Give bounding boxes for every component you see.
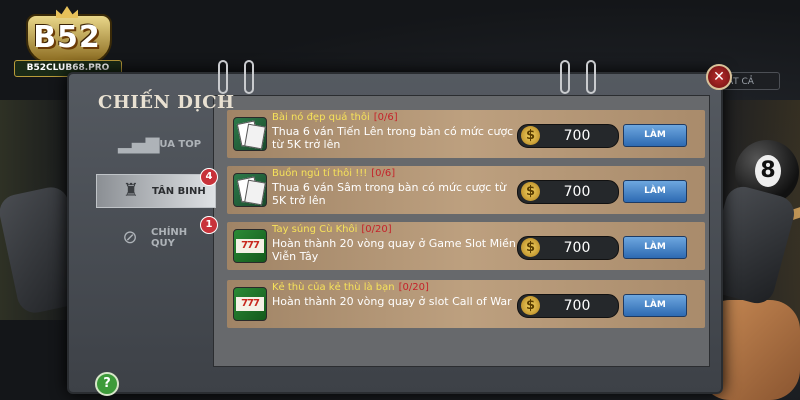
mission-card: 777 Tay súng Cù Khôi [0/20] Hoàn thành 20… — [227, 222, 705, 270]
notification-badge: 4 — [200, 168, 218, 186]
medal-icon: ⊘ — [122, 227, 138, 248]
binder-ring-icon — [586, 60, 596, 94]
reward-box: $ 700 — [517, 294, 619, 318]
panel-title: CHIẾN DỊCH — [98, 92, 235, 113]
do-mission-button[interactable]: LÀM — [623, 124, 687, 147]
mission-progress: [0/6] — [373, 112, 398, 123]
slot-symbol: 777 — [236, 239, 264, 253]
mission-progress: [0/6] — [371, 168, 396, 179]
mission-name: Bài nó đẹp quá thôi [0/6] — [272, 112, 398, 123]
close-button[interactable]: ✕ — [706, 64, 732, 90]
playing-cards-icon — [233, 117, 267, 151]
tab-label: ĐUA TOP — [151, 138, 202, 150]
playing-cards-icon — [233, 173, 267, 207]
mission-progress: [0/20] — [361, 224, 392, 235]
reward-box: $ 700 — [517, 236, 619, 260]
do-mission-button[interactable]: LÀM — [623, 180, 687, 203]
mission-name: Buồn ngủ tí thôi !!! [0/6] — [272, 168, 396, 179]
do-mission-button[interactable]: LÀM — [623, 236, 687, 259]
mission-card: Buồn ngủ tí thôi !!! [0/6] Thua 6 ván Sâm… — [227, 166, 705, 214]
reward-box: $ 700 — [517, 180, 619, 204]
slot-777-icon: 777 — [233, 287, 267, 321]
coin-icon: $ — [521, 296, 540, 315]
bar-chart-icon: ▂▄▆ — [118, 133, 160, 154]
notification-badge: 1 — [200, 216, 218, 234]
binder-ring-icon — [244, 60, 254, 94]
reward-amount: 700 — [563, 184, 591, 200]
logo-brand-text: B52 — [33, 20, 101, 55]
coin-icon: $ — [521, 126, 540, 145]
mission-name: Tay súng Cù Khôi [0/20] — [272, 224, 392, 235]
ball-number: 8 — [755, 155, 781, 187]
mission-card: Bài nó đẹp quá thôi [0/6] Thua 6 ván Tiến… — [227, 110, 705, 158]
coin-icon: $ — [521, 238, 540, 257]
mission-card: 777 Kẻ thù của kẻ thù là bạn [0/20] Hoàn … — [227, 280, 705, 328]
mission-description: Hoàn thành 20 vòng quay ở Game Slot Miền… — [272, 237, 516, 263]
soldier-icon: ♜ — [122, 180, 140, 201]
brand-logo: B52 B52CLUB68.PRO — [10, 6, 125, 78]
reward-amount: 700 — [563, 128, 591, 144]
mission-description: Thua 6 ván Sâm trong bàn có mức cược từ … — [272, 181, 507, 207]
tab-tan-binh[interactable]: ♜ TÂN BINH — [96, 174, 216, 208]
do-mission-button[interactable]: LÀM — [623, 294, 687, 317]
reward-amount: 700 — [563, 298, 591, 314]
mission-progress: [0/20] — [398, 282, 429, 293]
mission-description: Thua 6 ván Tiến Lên trong bàn có mức cượ… — [272, 125, 514, 151]
reward-amount: 700 — [563, 240, 591, 256]
crown-icon — [56, 6, 78, 18]
tab-dua-top[interactable]: ▂▄▆ ĐUA TOP — [96, 128, 214, 160]
mission-description: Hoàn thành 20 vòng quay ở slot Call of W… — [272, 295, 512, 308]
binder-ring-icon — [218, 60, 228, 94]
tab-label: TÂN BINH — [152, 185, 206, 197]
tab-chinh-quy[interactable]: ⊘ CHÍNH QUY — [96, 222, 214, 254]
slot-777-icon: 777 — [233, 229, 267, 263]
coin-icon: $ — [521, 182, 540, 201]
slot-symbol: 777 — [236, 297, 264, 311]
help-button[interactable]: ? — [95, 372, 119, 396]
binder-ring-icon — [560, 60, 570, 94]
reward-box: $ 700 — [517, 124, 619, 148]
mission-name: Kẻ thù của kẻ thù là bạn [0/20] — [272, 282, 429, 293]
